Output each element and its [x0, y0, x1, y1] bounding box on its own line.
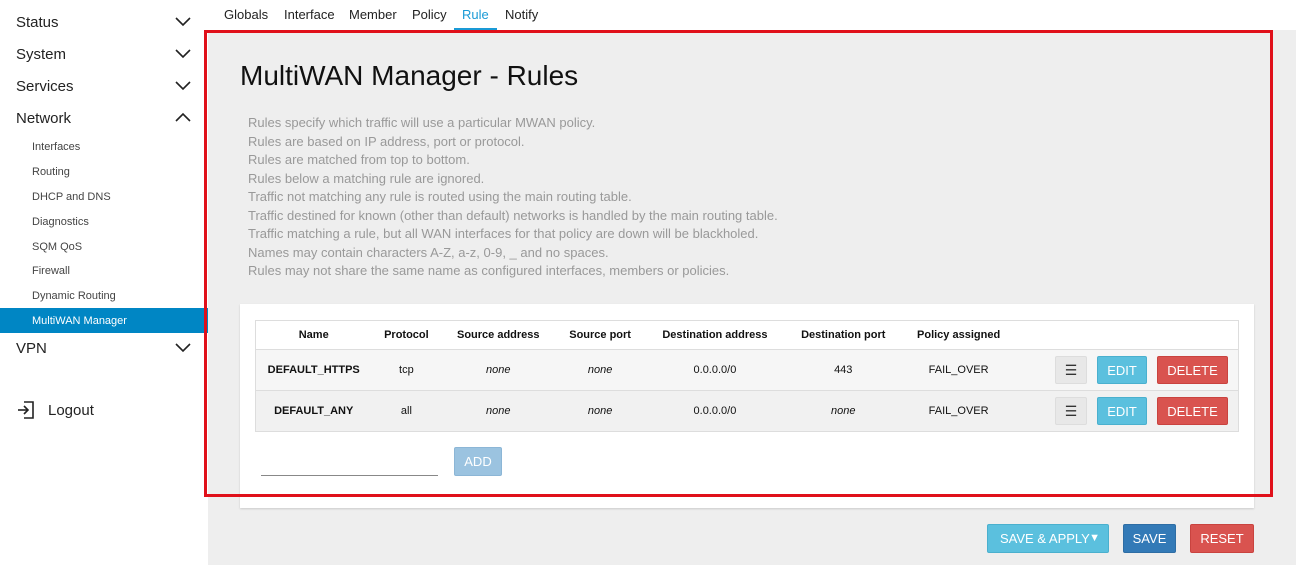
- cell-source-port: none: [555, 390, 646, 432]
- col-header-source-address: Source address: [441, 320, 556, 350]
- tab-rule[interactable]: Rule: [454, 0, 497, 30]
- table-header-row: Name Protocol Source address Source port…: [255, 320, 1239, 350]
- edit-button[interactable]: EDIT: [1097, 356, 1147, 384]
- cell-source-port: none: [555, 349, 646, 391]
- edit-button[interactable]: EDIT: [1097, 397, 1147, 425]
- rules-panel: Name Protocol Source address Source port…: [240, 304, 1254, 508]
- logout-icon: [18, 401, 34, 419]
- menu-status[interactable]: Status: [0, 6, 208, 38]
- save-apply-label: SAVE & APPLY: [1000, 531, 1090, 546]
- sidebar-item-multiwan-manager[interactable]: MultiWAN Manager: [0, 308, 208, 333]
- delete-button[interactable]: DELETE: [1157, 356, 1228, 384]
- sidebar-item-label: Interfaces: [32, 140, 81, 153]
- cell-destination-port: none: [784, 390, 902, 432]
- description-line: Rules specify which traffic will use a p…: [248, 115, 596, 130]
- menu-network-label: Network: [16, 109, 72, 127]
- cell-name: DEFAULT_ANY: [255, 390, 372, 432]
- sidebar-item-dynamic-routing[interactable]: Dynamic Routing: [0, 283, 208, 308]
- description-line: Rules are based on IP address, port or p…: [248, 133, 525, 149]
- cell-source-address: none: [441, 390, 556, 432]
- page-title: MultiWAN Manager - Rules: [240, 60, 579, 91]
- menu-vpn[interactable]: VPN: [0, 332, 208, 364]
- cell-protocol: all: [371, 390, 442, 432]
- col-header-destination-address: Destination address: [645, 320, 785, 350]
- sidebar-item-sqm-qos[interactable]: SQM QoS: [0, 234, 208, 259]
- col-header-actions: [1015, 320, 1239, 350]
- description-line: Rules below a matching rule are ignored.: [248, 170, 485, 186]
- cell-policy-assigned: FAIL_OVER: [901, 349, 1016, 391]
- menu-services[interactable]: Services: [0, 70, 208, 102]
- sidebar-item-label: MultiWAN Manager: [32, 314, 127, 327]
- tab-member[interactable]: Member: [341, 0, 405, 30]
- sidebar-item-firewall[interactable]: Firewall: [0, 258, 208, 283]
- cell-destination-port: 443: [784, 349, 902, 391]
- menu-vpn-label: VPN: [16, 339, 47, 357]
- sidebar-item-label: Firewall: [32, 264, 70, 277]
- sidebar-item-diagnostics[interactable]: Diagnostics: [0, 209, 208, 234]
- sidebar-item-dhcp-dns[interactable]: DHCP and DNS: [0, 184, 208, 209]
- description-line: Traffic matching a rule, but all WAN int…: [248, 226, 759, 241]
- chevron-up-icon: [175, 112, 191, 122]
- rules-table: Name Protocol Source address Source port…: [255, 320, 1239, 432]
- tab-notify[interactable]: Notify: [497, 0, 546, 30]
- col-header-destination-port: Destination port: [784, 320, 902, 350]
- table-row: DEFAULT_HTTPS tcp none none 0.0.0.0/0 44…: [255, 349, 1239, 391]
- cell-actions: ☰ EDIT DELETE: [1015, 390, 1239, 432]
- sidebar-item-label: SQM QoS: [32, 240, 83, 253]
- sidebar: Status System Services Network Interface…: [0, 0, 208, 565]
- caret-down-icon: ▼: [1089, 532, 1100, 544]
- menu-network[interactable]: Network: [0, 102, 208, 134]
- tab-bar: Globals Interface Member Policy Rule Not…: [208, 0, 1296, 30]
- page-description: Rules specify which traffic will use a p…: [248, 114, 778, 281]
- chevron-down-icon: [175, 343, 191, 353]
- tab-interface[interactable]: Interface: [276, 0, 343, 30]
- logout-label: Logout: [48, 401, 94, 419]
- chevron-down-icon: [175, 81, 191, 91]
- menu-services-label: Services: [16, 77, 74, 95]
- sidebar-item-label: Routing: [32, 165, 70, 178]
- description-line: Traffic destined for known (other than d…: [248, 207, 778, 223]
- sidebar-item-label: Dynamic Routing: [32, 289, 116, 302]
- save-button[interactable]: SAVE: [1123, 524, 1176, 553]
- reset-button[interactable]: RESET: [1190, 524, 1254, 553]
- description-line: Names may contain characters A-Z, a-z, 0…: [248, 244, 609, 260]
- sidebar-item-label: DHCP and DNS: [32, 190, 111, 203]
- chevron-down-icon: [175, 17, 191, 27]
- cell-policy-assigned: FAIL_OVER: [901, 390, 1016, 432]
- tab-globals[interactable]: Globals: [216, 0, 276, 30]
- col-header-protocol: Protocol: [371, 320, 442, 350]
- description-line: Rules may not share the same name as con…: [248, 263, 730, 278]
- sidebar-item-routing[interactable]: Routing: [0, 159, 208, 184]
- tab-policy[interactable]: Policy: [404, 0, 455, 30]
- add-button[interactable]: ADD: [454, 447, 502, 476]
- cell-name: DEFAULT_HTTPS: [255, 349, 372, 391]
- cell-destination-address: 0.0.0.0/0: [645, 349, 785, 391]
- menu-system[interactable]: System: [0, 38, 208, 70]
- table-row: DEFAULT_ANY all none none 0.0.0.0/0 none…: [255, 390, 1239, 432]
- description-line: Traffic not matching any rule is routed …: [248, 189, 632, 204]
- col-header-name: Name: [255, 320, 372, 350]
- drag-handle-button[interactable]: ☰: [1055, 356, 1087, 384]
- cell-destination-address: 0.0.0.0/0: [645, 390, 785, 432]
- save-apply-button[interactable]: SAVE & APPLY ▼: [987, 524, 1109, 553]
- cell-actions: ☰ EDIT DELETE: [1015, 349, 1239, 391]
- menu-system-label: System: [16, 45, 67, 63]
- menu-status-label: Status: [16, 13, 59, 31]
- cell-source-address: none: [441, 349, 556, 391]
- logout-button[interactable]: Logout: [16, 400, 94, 420]
- drag-handle-button[interactable]: ☰: [1055, 397, 1087, 425]
- col-header-policy-assigned: Policy assigned: [901, 320, 1016, 350]
- delete-button[interactable]: DELETE: [1157, 397, 1228, 425]
- col-header-source-port: Source port: [555, 320, 646, 350]
- sidebar-item-label: Diagnostics: [32, 215, 89, 228]
- new-rule-name-input[interactable]: [261, 452, 438, 476]
- description-line: Rules are matched from top to bottom.: [248, 152, 470, 167]
- chevron-down-icon: [175, 49, 191, 59]
- sidebar-item-interfaces[interactable]: Interfaces: [0, 134, 208, 159]
- cell-protocol: tcp: [371, 349, 442, 391]
